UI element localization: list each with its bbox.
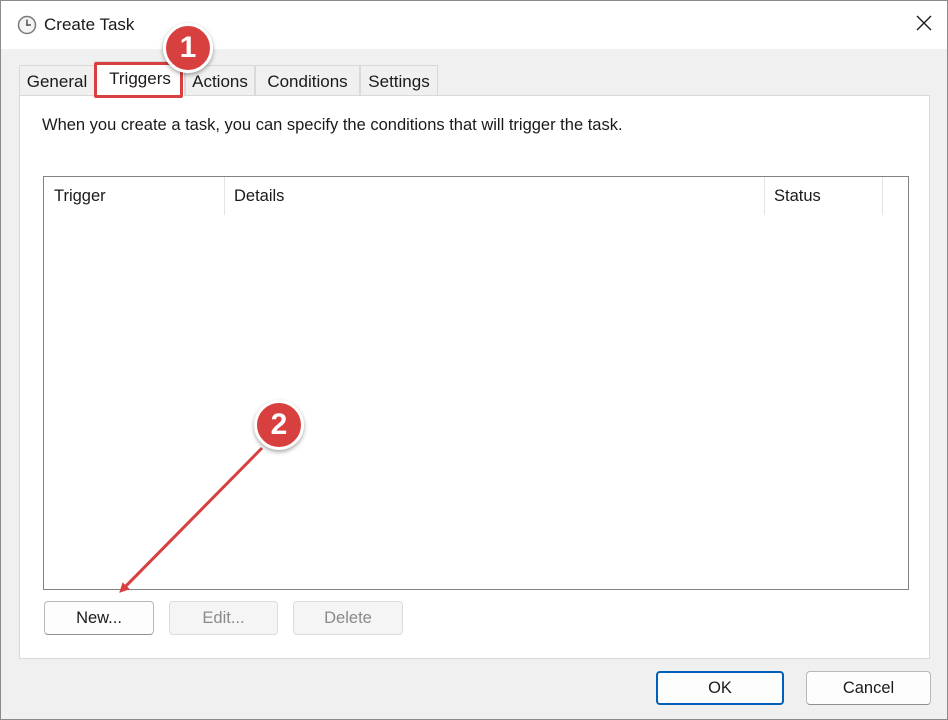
step-marker-2: 2 xyxy=(254,400,304,450)
tab-general[interactable]: General xyxy=(19,65,95,95)
create-task-dialog: Create Task General Triggers Actions Con… xyxy=(0,0,948,720)
delete-trigger-button[interactable]: Delete xyxy=(293,601,403,635)
column-header-trigger[interactable]: Trigger xyxy=(44,177,224,215)
window-title: Create Task xyxy=(44,15,135,34)
ok-button[interactable]: OK xyxy=(656,671,784,705)
column-header-status[interactable]: Status xyxy=(764,177,882,215)
tab-settings[interactable]: Settings xyxy=(360,65,438,95)
new-trigger-button[interactable]: New... xyxy=(44,601,154,635)
tab-conditions[interactable]: Conditions xyxy=(255,65,360,95)
close-button[interactable] xyxy=(901,1,947,49)
triggers-panel: When you create a task, you can specify … xyxy=(19,95,930,659)
close-icon xyxy=(916,15,932,36)
title-bar: Create Task xyxy=(1,1,947,49)
triggers-description: When you create a task, you can specify … xyxy=(42,116,623,134)
triggers-tab-highlight xyxy=(94,62,183,98)
edit-trigger-button[interactable]: Edit... xyxy=(169,601,278,635)
column-header-details[interactable]: Details xyxy=(224,177,764,215)
step-marker-1: 1 xyxy=(163,23,213,73)
triggers-list[interactable]: Trigger Details Status xyxy=(43,176,909,590)
clock-icon xyxy=(17,15,37,35)
cancel-button[interactable]: Cancel xyxy=(806,671,931,705)
column-divider[interactable] xyxy=(882,177,883,215)
